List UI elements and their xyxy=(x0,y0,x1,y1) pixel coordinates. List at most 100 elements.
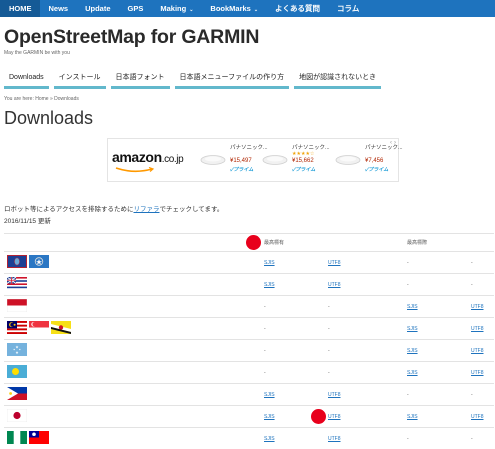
prime-badge: ✓プライム xyxy=(230,167,254,173)
rating-stars: ★★★★☆ xyxy=(292,151,315,157)
ad-product-price: ¥7,456 xyxy=(365,158,384,164)
nav-column[interactable]: コラム xyxy=(328,0,367,17)
nigeria-flag-icon xyxy=(7,431,27,444)
download-utf8-link[interactable]: UTF8 xyxy=(471,414,484,420)
table-cell: - xyxy=(407,259,409,266)
nav-making[interactable]: Making ⌄ xyxy=(151,0,201,17)
nav-making-label: Making xyxy=(160,4,187,13)
japan-flag-icon xyxy=(7,409,27,422)
table-cell: - xyxy=(407,281,409,288)
guam-flag-icon xyxy=(7,255,27,268)
table-cell: - xyxy=(471,281,473,288)
singapore-flag-icon xyxy=(29,321,49,334)
referrer-link[interactable]: リファラ xyxy=(133,206,159,213)
download-sjis-link[interactable]: SJIS xyxy=(264,260,275,266)
download-utf8-link[interactable]: UTF8 xyxy=(328,260,341,266)
chevron-left-icon[interactable]: ‹ xyxy=(390,140,392,146)
ad-product-price: ¥15,497 xyxy=(230,158,252,164)
tab-map-not-recognized[interactable]: 地図が認識されないとき xyxy=(294,71,382,89)
table-row: SJIS UTF8 - - xyxy=(4,427,494,449)
ceiling-light-icon xyxy=(335,155,361,165)
table-row: SJIS UTF8 SJIS UTF8 xyxy=(4,405,494,427)
download-sjis-link[interactable]: SJIS xyxy=(264,282,275,288)
download-utf8-link[interactable]: UTF8 xyxy=(328,414,341,420)
download-utf8-link[interactable]: UTF8 xyxy=(471,370,484,376)
nav-home[interactable]: HOME xyxy=(0,0,40,17)
site-title[interactable]: OpenStreetMap for GARMIN xyxy=(4,26,259,49)
download-sjis-link[interactable]: SJIS xyxy=(264,436,275,442)
table-cell: - xyxy=(264,347,266,354)
tab-install[interactable]: インストール xyxy=(53,71,106,89)
northern-mariana-flag-icon xyxy=(29,255,49,268)
notice-text-after: でチェックしてます。 xyxy=(159,206,224,213)
download-utf8-link[interactable]: UTF8 xyxy=(328,282,341,288)
ad-product-name: パナソニック... xyxy=(292,145,330,151)
notice-text-before: ロボット等によるアクセスを排除するために xyxy=(4,206,134,213)
nav-gps-label: GPS xyxy=(127,4,144,13)
download-sjis-link[interactable]: SJIS xyxy=(407,326,418,332)
nav-bookmarks[interactable]: BookMarks ⌄ xyxy=(201,0,266,17)
download-sjis-link[interactable]: SJIS xyxy=(264,414,275,420)
top-navigation: HOME News Update GPS Making ⌄ BookMarks ⌄ … xyxy=(0,0,495,17)
download-sjis-link[interactable]: SJIS xyxy=(264,392,275,398)
breadcrumb: You are here: Home » Downloads xyxy=(4,96,79,102)
download-sjis-link[interactable]: SJIS xyxy=(407,348,418,354)
table-row: - - SJIS UTF8 xyxy=(4,361,494,383)
flag-group xyxy=(7,321,73,334)
nav-news-label: News xyxy=(48,4,69,13)
amazon-logo: amazon.co.jp xyxy=(112,149,184,165)
downloads-table: 最高標有 最高標際 SJIS UTF8 - - SJIS UTF8 - - - … xyxy=(4,233,494,449)
prime-badge: ✓プライム xyxy=(365,167,389,173)
micronesia-flag-icon xyxy=(7,343,27,356)
table-cell: - xyxy=(407,435,409,442)
palau-flag-icon xyxy=(7,365,27,378)
nav-gps[interactable]: GPS xyxy=(119,0,152,17)
indonesia-flag-icon xyxy=(7,299,27,312)
table-cell: - xyxy=(471,259,473,266)
download-utf8-link[interactable]: UTF8 xyxy=(471,348,484,354)
download-sjis-link[interactable]: SJIS xyxy=(407,414,418,420)
download-utf8-link[interactable]: UTF8 xyxy=(328,436,341,442)
flag-group xyxy=(7,409,29,422)
download-sjis-link[interactable]: SJIS xyxy=(407,370,418,376)
secondary-tabs: Downloads インストール 日本語フォント 日本語メニューファイルの作り方… xyxy=(4,71,386,89)
ceiling-light-icon xyxy=(262,155,288,165)
nav-update-label: Update xyxy=(85,4,111,13)
table-row: - - SJIS UTF8 xyxy=(4,339,494,361)
table-row: SJIS UTF8 - - xyxy=(4,383,494,405)
table-header: 最高標有 最高標際 xyxy=(4,233,494,251)
table-cell: - xyxy=(264,325,266,332)
prime-badge: ✓プライム xyxy=(292,167,316,173)
malaysia-flag-icon xyxy=(7,321,27,334)
nav-update[interactable]: Update xyxy=(76,0,118,17)
ad-product-3[interactable]: パナソニック... ¥7,456 ✓プライム xyxy=(333,142,411,178)
nav-faq[interactable]: よくある質問 xyxy=(266,0,328,17)
tab-japanese-menu[interactable]: 日本語メニューファイルの作り方 xyxy=(174,71,290,89)
nav-column-label: コラム xyxy=(337,4,360,13)
flag-group xyxy=(7,431,51,444)
download-utf8-link[interactable]: UTF8 xyxy=(471,304,484,310)
table-cell: - xyxy=(328,325,330,332)
chevron-down-icon: ⌄ xyxy=(253,7,259,13)
download-utf8-link[interactable]: UTF8 xyxy=(328,392,341,398)
chevron-right-icon[interactable]: › xyxy=(394,140,396,146)
nav-bookmarks-label: BookMarks xyxy=(210,4,251,13)
flag-group xyxy=(7,277,29,290)
referrer-notice: ロボット等によるアクセスを排除するためにリファラでチェックしてます。 xyxy=(4,203,223,213)
amazon-ad-banner[interactable]: amazon.co.jp パナソニック... ¥15,497 ✓プライム パナソ… xyxy=(107,138,403,182)
table-cell: - xyxy=(264,303,266,310)
amazon-brand: amazon xyxy=(112,149,162,165)
taiwan-flag-icon xyxy=(29,431,49,444)
header-col-1: 最高標有 xyxy=(264,240,285,246)
ad-choices[interactable]: ‹ › xyxy=(388,140,396,146)
ad-product-2[interactable]: パナソニック... ★★★★☆ ¥15,662 ✓プライム xyxy=(260,142,338,178)
table-row: SJIS UTF8 - - xyxy=(4,251,494,273)
red-dot-marker xyxy=(246,235,261,250)
download-sjis-link[interactable]: SJIS xyxy=(407,304,418,310)
download-utf8-link[interactable]: UTF8 xyxy=(471,326,484,332)
nav-news[interactable]: News xyxy=(40,0,77,17)
red-dot-marker xyxy=(311,409,326,424)
tab-downloads[interactable]: Downloads xyxy=(4,71,49,89)
tab-japanese-font[interactable]: 日本語フォント xyxy=(110,71,170,89)
chevron-down-icon: ⌄ xyxy=(189,7,194,13)
